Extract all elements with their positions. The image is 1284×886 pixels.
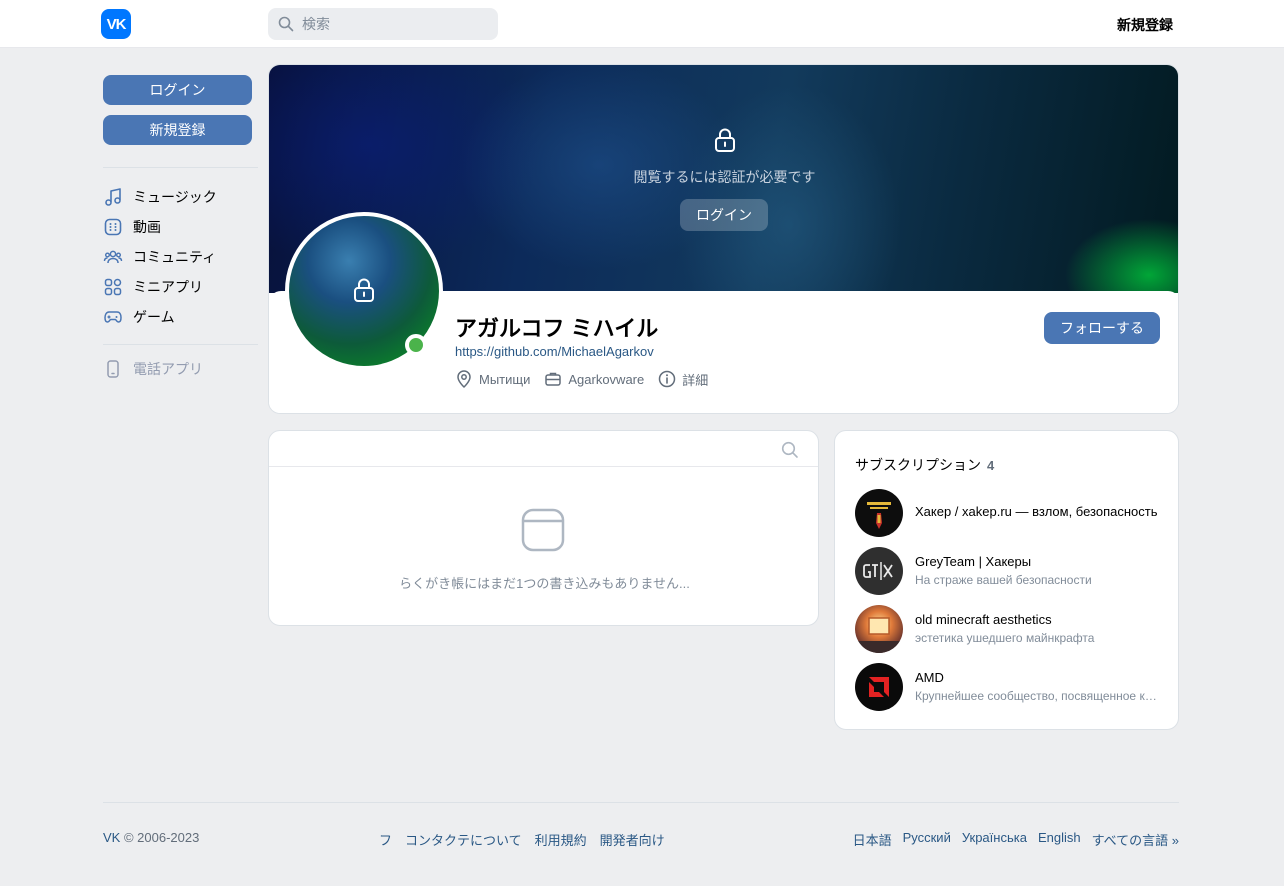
header-register-link[interactable]: 新規登録 [1117,15,1173,35]
profile-meta: Мытищи Agarkovware 詳細 [455,369,722,389]
wall-search-icon[interactable] [781,441,799,462]
video-icon [103,217,123,237]
profile-city[interactable]: Мытищи [455,369,530,389]
language-english[interactable]: English [1038,830,1081,849]
sidebar-item-music[interactable]: ミュージック [103,185,217,209]
subscription-description: На страже вашей безопасности [915,573,1092,587]
subscription-description: эстетика ушедшего майнкрафта [915,631,1095,645]
sidebar-item-mini-apps[interactable]: ミニアプリ [103,275,203,299]
top-header: VK 新規登録 [0,0,1284,48]
subscription-item[interactable]: Хакер / xakep.ru — взлом, безопасность [855,489,1165,537]
vk-logo[interactable]: VK [101,9,131,39]
auth-required-text: 閲覧するには認証が必要です [633,169,816,185]
sidebar-login-button[interactable]: ログイン [103,75,252,105]
profile-name: アガルコフ ミハイル [455,316,659,341]
briefcase-icon [545,372,562,386]
empty-wall-icon [521,508,565,555]
sidebar-register-button[interactable]: 新規登録 [103,115,252,145]
search-input[interactable] [302,16,482,32]
info-icon [658,370,676,388]
subscription-avatar [855,489,903,537]
subscription-name: GreyTeam | Хакеры [915,554,1032,569]
subscriptions-title-label: サブスクリプション [855,457,981,473]
language-ukrainian[interactable]: Українська [962,830,1027,849]
gamepad-icon [103,307,123,327]
lock-icon [713,127,737,156]
online-indicator [405,334,427,356]
wall-header [269,431,818,467]
language-japanese[interactable]: 日本語 [853,830,892,849]
profile-city-label: Мытищи [479,371,531,387]
wall-block: らくがき帳にはまだ1つの書き込みもありません... [268,430,819,626]
subscription-description: Крупнейшее сообщество, посвященное компа… [915,689,1161,703]
subscriptions-count: 4 [987,458,995,473]
footer-vk-link[interactable]: VK [103,830,120,845]
mini-apps-icon [103,277,123,297]
footer-divider [103,802,1179,803]
profile-details-link[interactable]: 詳細 [658,370,708,389]
profile-website-link[interactable]: https://github.com/MichaelAgarkov [455,344,654,359]
language-russian[interactable]: Русский [903,830,951,849]
footer-link-about[interactable]: コンタクテについて [405,830,522,849]
subscription-item[interactable]: old minecraft aesthetics эстетика ушедше… [855,605,1165,653]
follow-button[interactable]: フォローする [1044,312,1160,344]
sidebar-item-video[interactable]: 動画 [103,215,161,239]
search-box[interactable] [268,8,498,40]
sidebar-item-label: 動画 [133,219,161,235]
footer-link[interactable]: フ [379,830,392,849]
sidebar-item-games[interactable]: ゲーム [103,305,175,329]
cover-login-button[interactable]: ログイン [680,199,768,231]
profile-details-label: 詳細 [682,372,709,388]
subscription-name: old minecraft aesthetics [915,612,1052,627]
subscription-name: AMD [915,670,944,685]
language-all[interactable]: すべての言語 » [1092,830,1179,849]
subscription-avatar [855,547,903,595]
subscription-item[interactable]: AMD Крупнейшее сообщество, посвященное к… [855,663,1165,711]
community-icon [103,247,123,267]
lock-icon [352,277,376,306]
footer-link-developers[interactable]: 開発者向け [600,830,665,849]
sidebar-item-phone-app[interactable]: 電話アプリ [103,357,203,381]
sidebar-item-label: ミニアプリ [133,279,203,295]
footer-languages: 日本語 Русский Українська English すべての言語 » [842,830,1179,849]
music-icon [103,187,123,207]
footer-copyright-text: © 2006-2023 [120,830,200,845]
phone-icon [103,359,123,379]
sidebar-item-community[interactable]: コミュニティ [103,245,216,269]
sidebar-divider [103,167,258,168]
subscriptions-title[interactable]: サブスクリプション 4 [855,455,994,475]
subscription-name: Хакер / xakep.ru — взлом, безопасность [915,504,1158,519]
profile-work-label: Agarkovware [568,371,645,387]
search-icon [278,16,294,32]
sidebar-divider [103,344,258,345]
wall-empty-text: らくがき帳にはまだ1つの書き込みもありません... [399,576,690,591]
footer-copyright: VK © 2006-2023 [103,830,199,845]
sidebar-item-label: ミュージック [133,189,217,205]
subscription-avatar [855,663,903,711]
sidebar-item-label: 電話アプリ [133,361,203,377]
location-icon [457,370,471,389]
footer: VK © 2006-2023 フ コンタクテについて 利用規約 開発者向け 日本… [103,830,1179,849]
profile-work[interactable]: Agarkovware [544,370,644,388]
subscription-item[interactable]: GreyTeam | Хакеры На страже вашей безопа… [855,547,1165,595]
footer-link-terms[interactable]: 利用規約 [535,830,587,849]
footer-links: フ コンタクテについて 利用規約 開発者向け [379,830,678,849]
sidebar-item-label: ゲーム [133,309,175,325]
sidebar-item-label: コミュニティ [133,249,217,265]
subscriptions-block: サブスクリプション 4 Хакер / xakep.ru — взлом, без… [834,430,1179,730]
profile-card: 閲覧するには認証が必要です ログイン アガルコフ ミハイル https://gi… [268,64,1179,414]
subscription-avatar [855,605,903,653]
